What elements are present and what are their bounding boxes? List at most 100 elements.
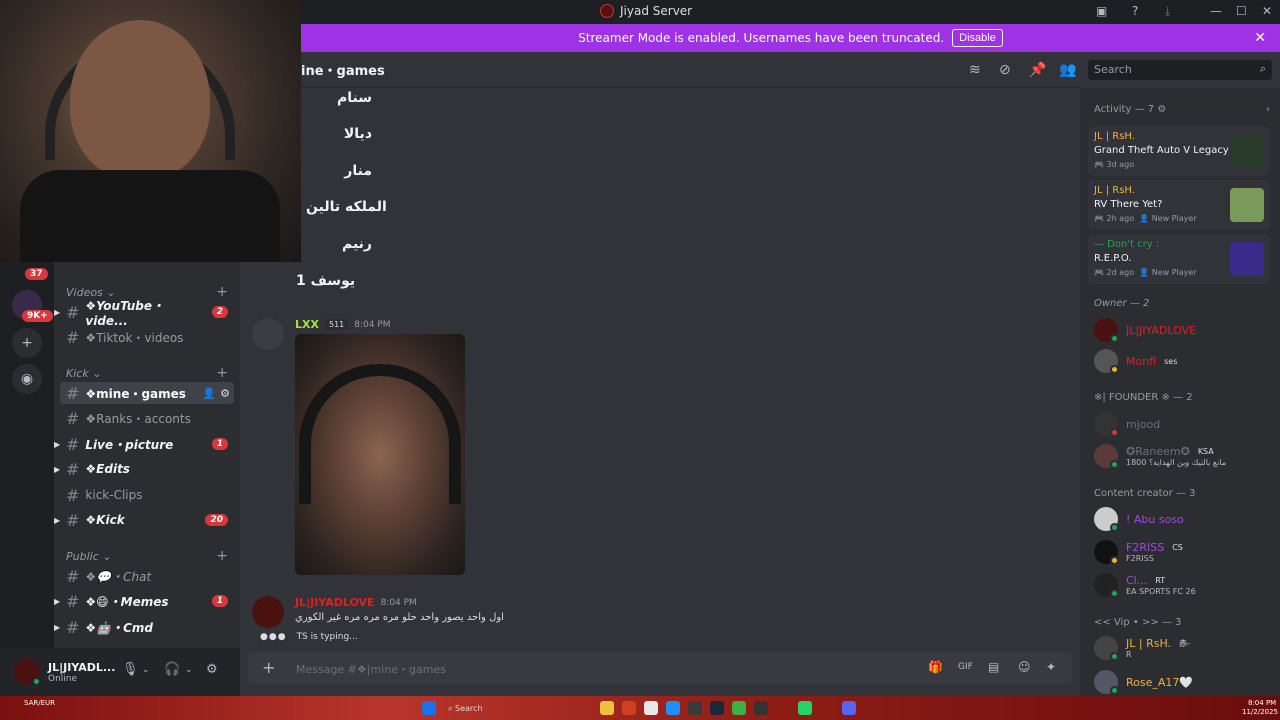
badge-count: 9K+ (22, 310, 53, 322)
close-icon[interactable]: ✕ (1254, 30, 1266, 46)
invite-icon[interactable]: 👤 (202, 387, 216, 400)
activity-card[interactable]: JL | RsH. RV There Yet? 🎮 2h ago 👤 New P… (1088, 180, 1270, 230)
close-window-icon[interactable]: ✕ (1262, 4, 1272, 18)
add-server-icon[interactable]: + (12, 328, 42, 358)
channel-mine-games[interactable]: # ❖mine・games 👤 ⚙ (60, 382, 234, 404)
discover-icon[interactable]: ◉ (12, 364, 42, 394)
category-kick[interactable]: Kick ⌄ + (66, 365, 228, 381)
hash-icon: # (66, 485, 80, 505)
download-icon[interactable]: ⤓ (1165, 4, 1170, 19)
unread-arrow-icon: ▶ (54, 464, 61, 474)
activity-card[interactable]: JL | RsH. Grand Theft Auto V Legacy 🎮 3d… (1088, 126, 1270, 176)
member-item[interactable]: F2RISS CS F2RISS (1094, 538, 1187, 566)
channel-chat[interactable]: # ❖💬・Chat (60, 565, 234, 587)
channel-kick[interactable]: ▶ # ❖Kick 20 (54, 509, 234, 531)
typing-dots-icon: ●●● (260, 632, 287, 642)
activity-header[interactable]: Activity — 7 ⚙ › (1094, 104, 1270, 115)
message-text-line: ديالا (343, 126, 372, 142)
browser-icon[interactable] (622, 701, 636, 715)
channel-edits[interactable]: ▶ # ❖Edits (54, 458, 234, 480)
edge-icon[interactable] (666, 701, 680, 715)
app-icon[interactable] (754, 701, 768, 715)
add-channel-icon[interactable]: + (216, 548, 228, 564)
currency-widget[interactable]: SAR/EUR (24, 699, 55, 707)
gif-icon[interactable]: GIF (958, 662, 973, 672)
start-menu-icon[interactable] (422, 701, 436, 715)
app-icon[interactable] (644, 701, 658, 715)
hash-icon: # (66, 510, 80, 530)
member-item[interactable]: ! Abu soso (1094, 505, 1184, 533)
avatar[interactable] (252, 596, 284, 628)
gear-icon[interactable]: ⚙ (1157, 104, 1166, 115)
headphones-icon[interactable]: 🎧 (164, 662, 180, 677)
clock-date[interactable]: 11/2/2025 (1242, 708, 1278, 716)
chevron-right-icon[interactable]: › (1266, 104, 1270, 115)
member-list: Activity — 7 ⚙ › JL | RsH. Grand Theft A… (1080, 88, 1280, 696)
chevron-down-icon[interactable]: ⌄ (185, 665, 193, 675)
add-channel-icon[interactable]: + (216, 365, 228, 381)
hash-icon: # (66, 302, 80, 322)
member-list-icon[interactable]: 👥 (1059, 62, 1076, 78)
disable-streamer-mode-button[interactable]: Disable (952, 29, 1003, 47)
message-text-line: منار (344, 163, 372, 179)
search-input[interactable]: Search ⌕ (1088, 60, 1272, 80)
user-panel: JL|JIYADL... Online 🎙 ⌄ 🎧 ⌄ ⚙ (0, 648, 240, 696)
user-settings-gear-icon[interactable]: ⚙ (206, 662, 218, 677)
gift-icon[interactable]: 🎁 (928, 660, 943, 674)
avatar (1094, 444, 1119, 469)
emoji-icon[interactable]: ☺ (1018, 660, 1031, 674)
taskbar-search[interactable]: ⌕ Search (448, 704, 483, 714)
notification-mute-icon[interactable]: ⊘ (999, 62, 1011, 78)
chevron-down-icon[interactable]: ⌄ (142, 665, 150, 675)
member-item[interactable]: Cl... RT EA SPORTS FC 26 (1094, 571, 1196, 599)
channel-tiktok-videos[interactable]: # ❖Tiktok・videos (60, 326, 234, 348)
minimize-icon[interactable]: — (1210, 4, 1222, 18)
discord-icon[interactable] (842, 701, 856, 715)
member-item[interactable]: ✪Raneem✪ KSA 1800 مانع بالنيك وين الهداية… (1094, 442, 1226, 470)
message-image-attachment[interactable] (295, 334, 465, 575)
message-item[interactable]: JL|JIYADLOVE 8:04 PM اول واحد يصور واحد … (252, 596, 752, 636)
channel-memes[interactable]: ▶ # ❖😄・Memes 1 (54, 590, 234, 612)
activity-card[interactable]: — Don't cry : R.E.P.O. 🎮 2d ago 👤 New Pl… (1088, 234, 1270, 284)
avatar[interactable] (14, 659, 41, 686)
channel-cmd[interactable]: ▶ # ❖🤖・Cmd (54, 616, 234, 638)
microphone-icon[interactable]: 🎙 (122, 662, 139, 677)
hash-icon: # (66, 434, 80, 454)
maximize-icon[interactable]: ☐ (1236, 4, 1247, 18)
message-author[interactable]: JL|JIYADLOVE (295, 596, 375, 609)
xbox-icon[interactable] (732, 701, 746, 715)
sticker-icon[interactable]: ▤ (988, 660, 999, 674)
message-author[interactable]: LXX (295, 318, 319, 331)
inbox-icon[interactable]: ▣ (1096, 4, 1107, 18)
avatar[interactable] (252, 318, 284, 350)
whatsapp-icon[interactable] (798, 701, 812, 715)
apps-icon[interactable]: ✦ (1046, 660, 1056, 674)
hash-icon: # (66, 591, 80, 611)
clock-time[interactable]: 8:04 PM (1248, 699, 1276, 707)
member-item[interactable]: mjood (1094, 410, 1160, 438)
add-channel-icon[interactable]: + (216, 284, 228, 300)
member-item[interactable]: JL | RsH. 赤- R (1094, 634, 1194, 662)
channel-youtube-videos[interactable]: ▶ # ❖YouTube・vide... 2 (54, 299, 234, 328)
member-item[interactable]: JL|JIYADLOVE (1094, 316, 1196, 344)
help-icon[interactable]: ? (1132, 4, 1138, 18)
window-title: Jiyad Server (600, 4, 692, 18)
avatar (1094, 507, 1119, 532)
steam-icon[interactable] (710, 701, 724, 715)
pin-icon[interactable]: 📌 (1029, 62, 1046, 78)
server-logo-icon (600, 4, 614, 18)
attach-plus-icon[interactable]: + (262, 658, 275, 677)
channel-kick-clips[interactable]: # kick-Clips (60, 484, 234, 506)
member-item[interactable]: Monfl ses (1094, 347, 1182, 375)
server-list: 37 9K+ + ◉ (0, 262, 54, 696)
member-item[interactable]: Rose_A17🤍 (1094, 668, 1193, 696)
threads-icon[interactable]: ≋ (969, 62, 981, 78)
message-input[interactable]: Message #❖|mine・games (296, 661, 446, 677)
channel-live-picture[interactable]: ▶ # Live・picture 1 (54, 433, 234, 455)
channel-ranks-accounts[interactable]: # ❖Ranks・acconts (60, 407, 234, 429)
category-public[interactable]: Public ⌄ + (66, 548, 228, 564)
app-icon[interactable] (688, 701, 702, 715)
file-explorer-icon[interactable] (600, 701, 614, 715)
member-section-header: Content creator — 3 (1094, 488, 1196, 499)
settings-gear-icon[interactable]: ⚙ (220, 387, 230, 400)
